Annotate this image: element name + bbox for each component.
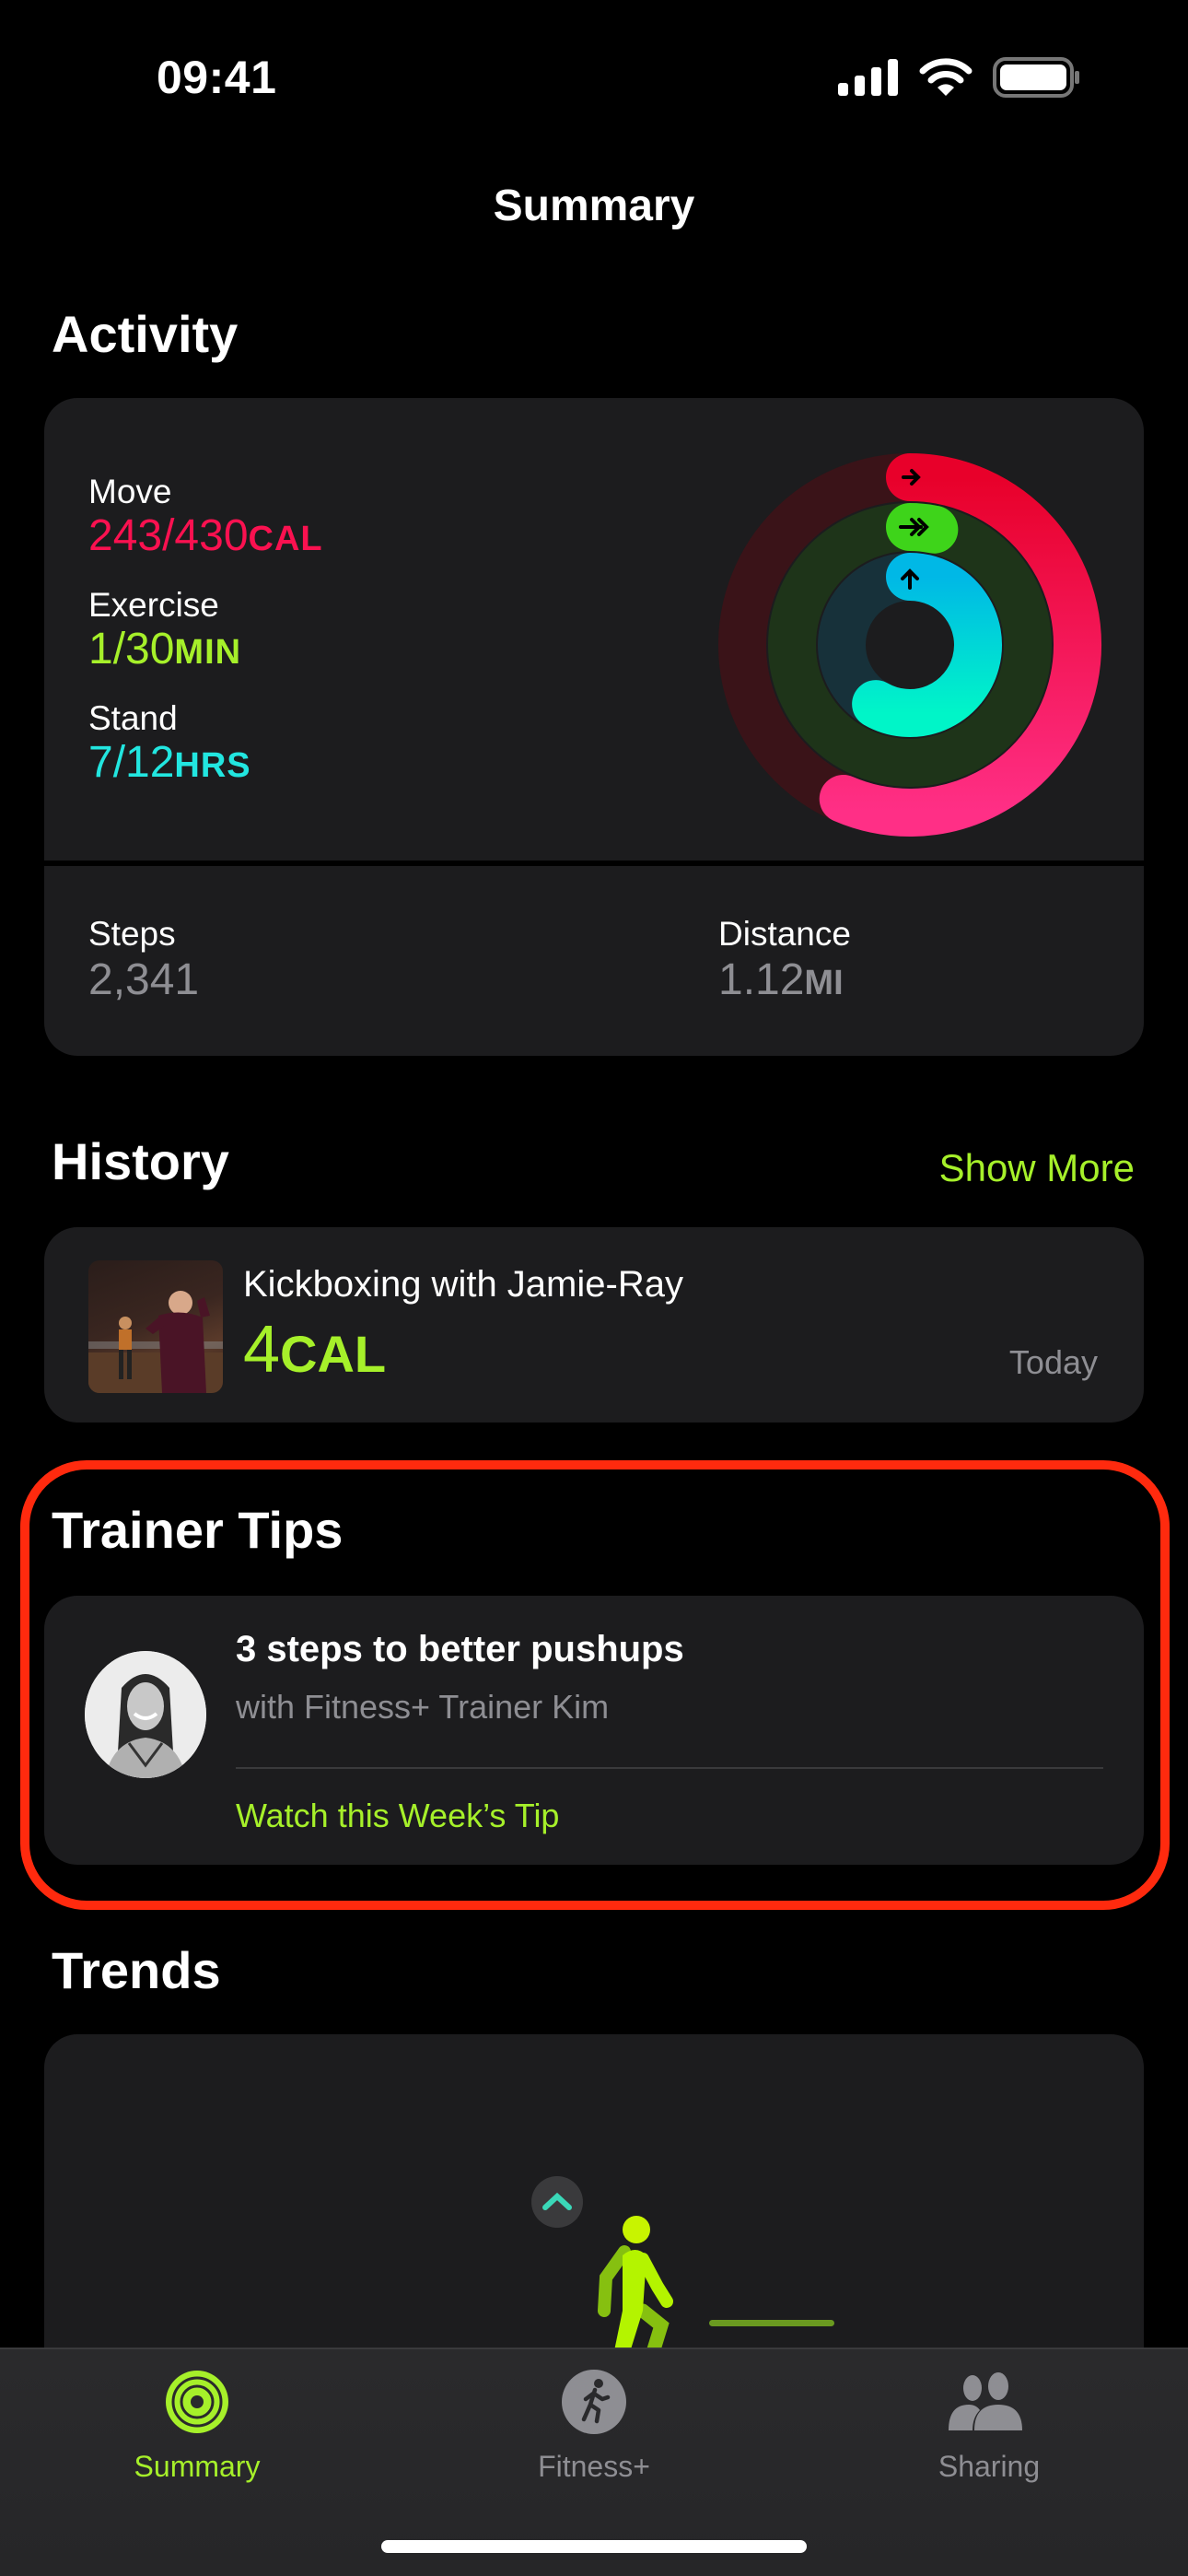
tab-summary-label: Summary bbox=[134, 2450, 261, 2483]
tab-fitness-plus[interactable]: Fitness+ bbox=[474, 2368, 714, 2484]
status-time: 09:41 bbox=[157, 52, 277, 103]
stand-value: 7/12HRS bbox=[88, 738, 251, 787]
steps-stat: Steps 2,341 bbox=[88, 914, 199, 1006]
distance-stat: Distance 1.12MI bbox=[718, 914, 851, 1009]
history-section-title: History bbox=[52, 1132, 229, 1190]
signal-icon bbox=[838, 59, 898, 96]
trainer-avatar bbox=[85, 1651, 206, 1778]
stand-label: Stand bbox=[88, 699, 178, 737]
steps-value: 2,341 bbox=[88, 955, 200, 1004]
status-bar: 09:41 bbox=[0, 0, 1188, 157]
tip-divider bbox=[236, 1767, 1103, 1769]
watch-tip-link[interactable]: Watch this Week’s Tip bbox=[236, 1797, 559, 1835]
workout-name: Kickboxing with Jamie-Ray bbox=[243, 1264, 683, 1305]
activity-card[interactable]: Move 243/430CAL Exercise 1/30MIN Stand 7… bbox=[44, 398, 1144, 1056]
home-indicator[interactable] bbox=[381, 2540, 807, 2553]
exercise-label: Exercise bbox=[88, 586, 219, 624]
history-workout-item[interactable]: Kickboxing with Jamie-Ray 4CAL Today bbox=[44, 1227, 1144, 1423]
tab-summary[interactable]: Summary bbox=[77, 2368, 317, 2484]
people-icon bbox=[949, 2372, 1022, 2430]
tab-sharing[interactable]: Sharing bbox=[869, 2368, 1109, 2484]
activity-rings-icon bbox=[166, 2371, 228, 2433]
trends-section-title: Trends bbox=[52, 1941, 221, 1999]
workout-thumbnail bbox=[88, 1260, 223, 1393]
activity-section-title: Activity bbox=[52, 305, 239, 363]
steps-label: Steps bbox=[88, 915, 176, 953]
move-label: Move bbox=[88, 473, 172, 510]
trainer-tip-card[interactable]: 3 steps to better pushups with Fitness+ … bbox=[44, 1596, 1144, 1865]
trend-up-chevron-icon bbox=[531, 2176, 583, 2228]
trend-bar bbox=[709, 2320, 834, 2326]
distance-value: 1.12MI bbox=[718, 955, 844, 1004]
tab-fitness-plus-label: Fitness+ bbox=[538, 2450, 650, 2483]
show-more-link[interactable]: Show More bbox=[939, 1146, 1135, 1190]
move-value: 243/430CAL bbox=[88, 511, 323, 560]
distance-label: Distance bbox=[718, 915, 851, 953]
workout-calories: 4CAL bbox=[243, 1313, 387, 1387]
tip-subtitle: with Fitness+ Trainer Kim bbox=[236, 1688, 610, 1726]
tip-title: 3 steps to better pushups bbox=[236, 1629, 684, 1669]
runner-icon bbox=[562, 2370, 626, 2434]
walking-figure-icon bbox=[598, 2216, 673, 2369]
tab-sharing-label: Sharing bbox=[938, 2450, 1041, 2483]
battery-icon bbox=[993, 57, 1079, 98]
card-divider bbox=[44, 861, 1144, 866]
exercise-value: 1/30MIN bbox=[88, 625, 242, 673]
wifi-icon bbox=[919, 58, 973, 96]
activity-rings[interactable] bbox=[716, 451, 1103, 838]
trainer-tips-section-title: Trainer Tips bbox=[52, 1501, 344, 1559]
workout-date: Today bbox=[1008, 1343, 1098, 1381]
page-title: Summary bbox=[493, 181, 695, 230]
